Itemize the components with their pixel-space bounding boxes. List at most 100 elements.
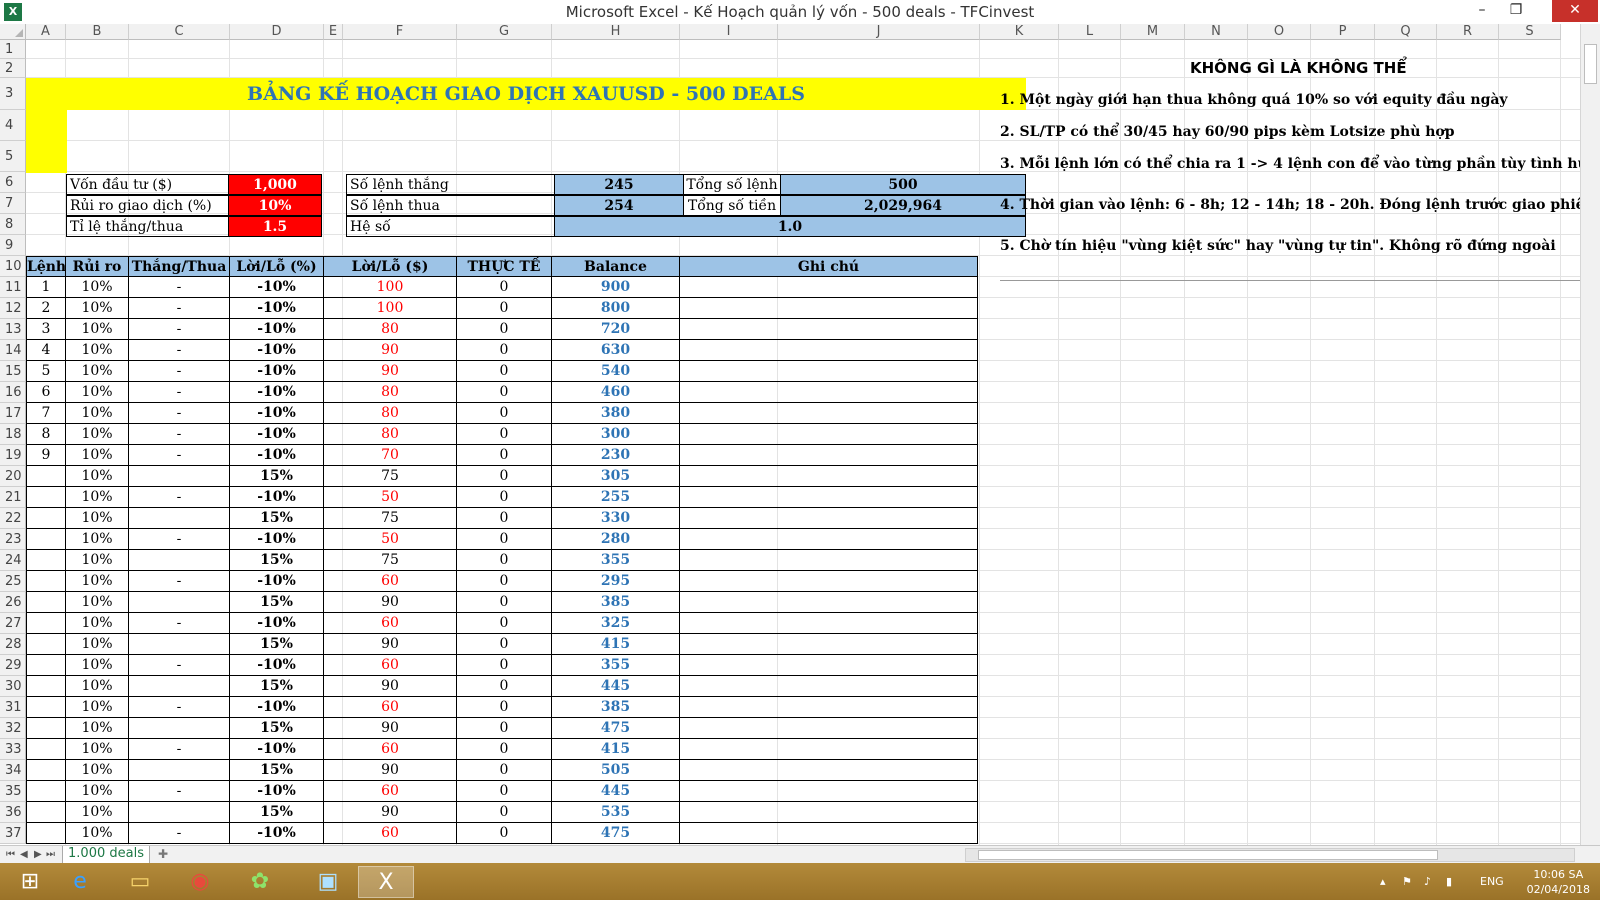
cell-wl[interactable] <box>129 802 230 823</box>
table-header-cell[interactable]: Rủi ro <box>66 256 129 277</box>
cell-usd[interactable]: 50 <box>324 529 457 550</box>
select-all-corner[interactable] <box>0 24 26 40</box>
cell-balance[interactable]: 475 <box>552 718 680 739</box>
cell-note[interactable] <box>680 655 978 676</box>
cell-actual[interactable]: 0 <box>457 508 552 529</box>
total-orders-value[interactable]: 500 <box>780 174 1026 195</box>
row-header-30[interactable]: 30 <box>0 676 26 697</box>
cell-usd[interactable]: 90 <box>324 802 457 823</box>
row-header-22[interactable]: 22 <box>0 508 26 529</box>
cell-pct[interactable]: 15% <box>230 634 324 655</box>
cell-order[interactable] <box>26 592 66 613</box>
row-header-28[interactable]: 28 <box>0 634 26 655</box>
cell-balance[interactable]: 415 <box>552 739 680 760</box>
cell-pct[interactable]: 15% <box>230 676 324 697</box>
cell-actual[interactable]: 0 <box>457 655 552 676</box>
losses-value[interactable]: 254 <box>554 195 684 216</box>
cell-note[interactable] <box>680 676 978 697</box>
cell-pct[interactable]: -10% <box>230 298 324 319</box>
cell-wl[interactable]: - <box>129 340 230 361</box>
row-header-34[interactable]: 34 <box>0 760 26 781</box>
vertical-scrollbar[interactable] <box>1580 24 1600 845</box>
capital-value[interactable]: 1,000 <box>228 174 322 195</box>
cell-note[interactable] <box>680 361 978 382</box>
cell-usd[interactable]: 80 <box>324 424 457 445</box>
last-sheet-icon[interactable]: ⏭ <box>46 846 55 864</box>
cell-order[interactable] <box>26 718 66 739</box>
cell-pct[interactable]: -10% <box>230 382 324 403</box>
cell-pct[interactable]: -10% <box>230 781 324 802</box>
cell-order[interactable] <box>26 739 66 760</box>
row-header-27[interactable]: 27 <box>0 613 26 634</box>
cell-pct[interactable]: -10% <box>230 403 324 424</box>
cell-wl[interactable]: - <box>129 445 230 466</box>
row-header-35[interactable]: 35 <box>0 781 26 802</box>
cell-wl[interactable] <box>129 676 230 697</box>
cell-note[interactable] <box>680 760 978 781</box>
cell-usd[interactable]: 60 <box>324 571 457 592</box>
cell-note[interactable] <box>680 697 978 718</box>
column-header-h[interactable]: H <box>552 24 680 40</box>
cell-wl[interactable] <box>129 550 230 571</box>
row-header-9[interactable]: 9 <box>0 235 26 256</box>
row-header-32[interactable]: 32 <box>0 718 26 739</box>
cell-risk[interactable]: 10% <box>66 760 129 781</box>
column-header-c[interactable]: C <box>129 24 230 40</box>
app-green-icon[interactable]: ✿ <box>232 866 288 898</box>
cell-pct[interactable]: 15% <box>230 718 324 739</box>
column-header-g[interactable]: G <box>457 24 552 40</box>
cell-note[interactable] <box>680 277 978 298</box>
cell-pct[interactable]: -10% <box>230 361 324 382</box>
row-header-12[interactable]: 12 <box>0 298 26 319</box>
row-header-15[interactable]: 15 <box>0 361 26 382</box>
cell-order[interactable]: 9 <box>26 445 66 466</box>
row-header-2[interactable]: 2 <box>0 59 26 78</box>
cell-wl[interactable]: - <box>129 487 230 508</box>
cell-wl[interactable]: - <box>129 571 230 592</box>
internet-explorer-icon[interactable]: e <box>52 866 108 898</box>
table-header-cell[interactable]: Lời/Lỗ ($) <box>324 256 457 277</box>
cell-note[interactable] <box>680 823 978 844</box>
row-header-1[interactable]: 1 <box>0 40 26 59</box>
cell-balance[interactable]: 800 <box>552 298 680 319</box>
cell-balance[interactable]: 460 <box>552 382 680 403</box>
cell-pct[interactable]: 15% <box>230 508 324 529</box>
cell-balance[interactable]: 630 <box>552 340 680 361</box>
cell-usd[interactable]: 75 <box>324 550 457 571</box>
row-header-10[interactable]: 10 <box>0 256 26 277</box>
cell-wl[interactable]: - <box>129 613 230 634</box>
cell-balance[interactable]: 280 <box>552 529 680 550</box>
cell-actual[interactable]: 0 <box>457 403 552 424</box>
cell-order[interactable] <box>26 823 66 844</box>
cell-risk[interactable]: 10% <box>66 613 129 634</box>
cell-usd[interactable]: 90 <box>324 592 457 613</box>
cell-risk[interactable]: 10% <box>66 424 129 445</box>
cell-risk[interactable]: 10% <box>66 340 129 361</box>
row-header-8[interactable]: 8 <box>0 214 26 235</box>
cell-order[interactable]: 2 <box>26 298 66 319</box>
cell-risk[interactable]: 10% <box>66 634 129 655</box>
minimize-button[interactable]: – <box>1466 0 1498 22</box>
cell-wl[interactable]: - <box>129 697 230 718</box>
cell-wl[interactable] <box>129 508 230 529</box>
cell-pct[interactable]: -10% <box>230 340 324 361</box>
table-header-cell[interactable]: Lệnh <box>26 256 66 277</box>
cell-actual[interactable]: 0 <box>457 445 552 466</box>
cell-wl[interactable] <box>129 760 230 781</box>
column-header-j[interactable]: J <box>778 24 980 40</box>
cell-wl[interactable] <box>129 592 230 613</box>
cell-note[interactable] <box>680 340 978 361</box>
cell-order[interactable]: 4 <box>26 340 66 361</box>
cell-pct[interactable]: -10% <box>230 823 324 844</box>
column-header-m[interactable]: M <box>1121 24 1185 40</box>
column-header-e[interactable]: E <box>324 24 343 40</box>
cell-order[interactable]: 1 <box>26 277 66 298</box>
cell-actual[interactable]: 0 <box>457 361 552 382</box>
cell-risk[interactable]: 10% <box>66 781 129 802</box>
cell-usd[interactable]: 75 <box>324 508 457 529</box>
cell-balance[interactable]: 385 <box>552 697 680 718</box>
cell-note[interactable] <box>680 613 978 634</box>
cell-balance[interactable]: 720 <box>552 319 680 340</box>
coef-value[interactable]: 1.0 <box>554 216 1026 237</box>
cell-wl[interactable]: - <box>129 403 230 424</box>
